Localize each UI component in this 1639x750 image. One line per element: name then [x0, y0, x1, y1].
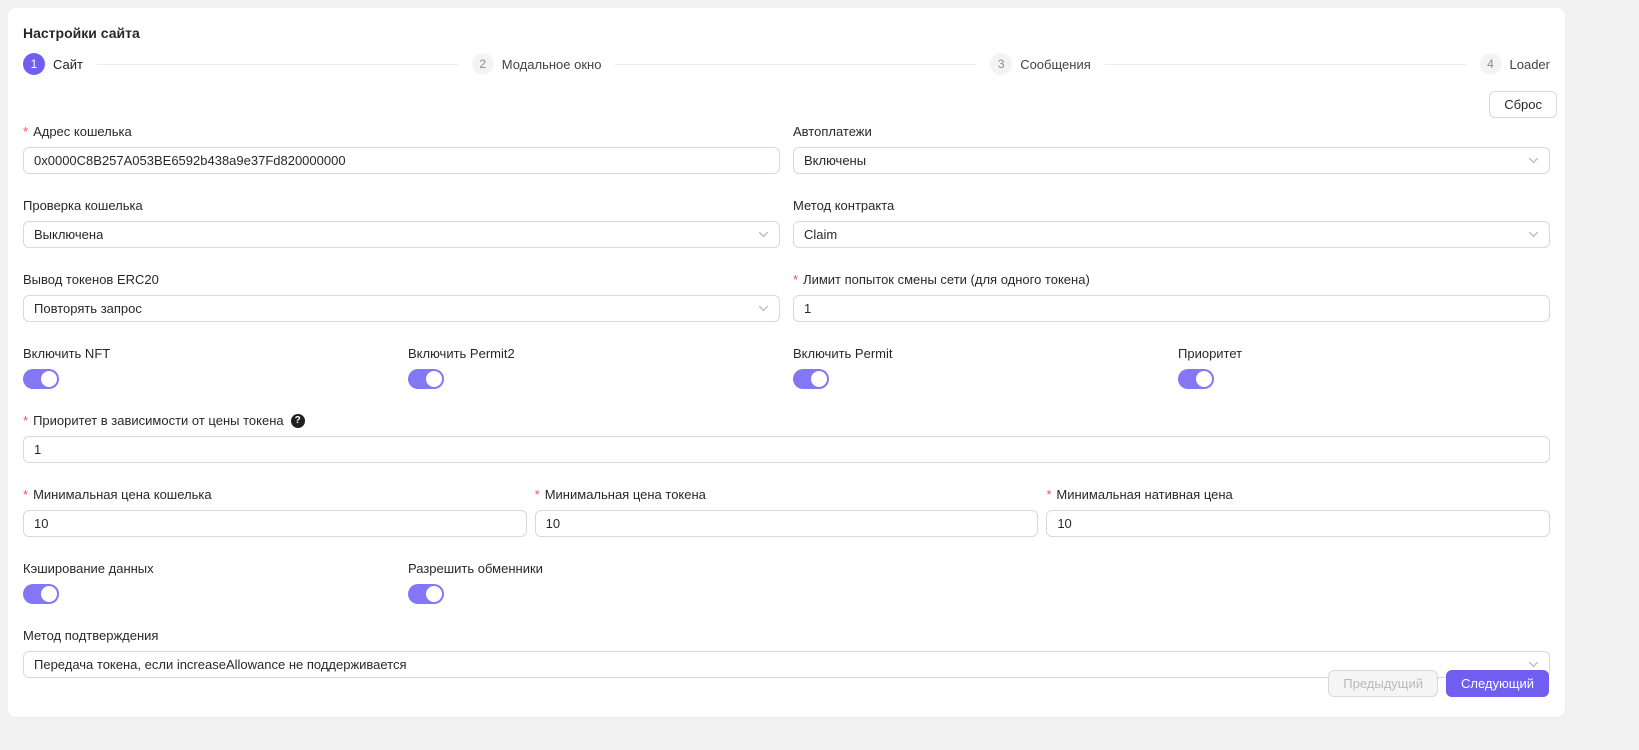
chevron-down-icon	[1528, 229, 1539, 240]
step-number: 2	[472, 53, 494, 75]
step-label: Loader	[1510, 57, 1550, 72]
min-token-price-input[interactable]	[535, 510, 1039, 537]
field-confirmation-method: Метод подтверждения Передача токена, есл…	[23, 628, 1550, 678]
field-enable-permit2: Включить Permit2	[408, 346, 780, 389]
step-number: 4	[1480, 53, 1502, 75]
field-label: Включить NFT	[23, 346, 395, 361]
next-button[interactable]: Следующий	[1446, 670, 1549, 697]
stepper: 1 Сайт 2 Модальное окно 3 Сообщения 4 Lo…	[23, 53, 1550, 75]
enable-nft-toggle[interactable]	[23, 369, 59, 389]
field-label: Автоплатежи	[793, 124, 1550, 139]
min-native-price-input[interactable]	[1046, 510, 1550, 537]
field-wallet-address: *Адрес кошелька	[23, 124, 780, 174]
field-enable-permit: Включить Permit	[793, 346, 1165, 389]
field-contract-method: Метод контракта Claim	[793, 198, 1550, 248]
field-label: Включить Permit	[793, 346, 1165, 361]
step-site[interactable]: 1 Сайт	[23, 53, 83, 75]
erc20-withdraw-select[interactable]: Повторять запрос	[23, 295, 780, 322]
toggle-knob	[41, 586, 57, 602]
field-label: *Адрес кошелька	[23, 124, 780, 139]
field-autopayments: Автоплатежи Включены	[793, 124, 1550, 174]
step-number: 1	[23, 53, 45, 75]
page-title: Настройки сайта	[23, 25, 1557, 41]
autopayments-select[interactable]: Включены	[793, 147, 1550, 174]
step-loader[interactable]: 4 Loader	[1480, 53, 1550, 75]
field-network-switch-limit: *Лимит попыток смены сети (для одного то…	[793, 272, 1550, 322]
toggle-knob	[426, 371, 442, 387]
field-min-native-price: *Минимальная нативная цена	[1046, 487, 1550, 537]
field-label: Разрешить обменники	[408, 561, 780, 576]
field-label: Вывод токенов ERC20	[23, 272, 780, 287]
required-asterisk: *	[535, 487, 540, 502]
field-priority: Приоритет	[1178, 346, 1550, 389]
priority-by-token-price-input[interactable]	[23, 436, 1550, 463]
field-erc20-withdraw: Вывод токенов ERC20 Повторять запрос	[23, 272, 780, 322]
help-icon[interactable]: ?	[291, 414, 305, 428]
field-label: Приоритет	[1178, 346, 1550, 361]
step-number: 3	[990, 53, 1012, 75]
field-allow-exchangers: Разрешить обменники	[408, 561, 780, 604]
required-asterisk: *	[23, 124, 28, 139]
field-label: *Лимит попыток смены сети (для одного то…	[793, 272, 1550, 287]
required-asterisk: *	[23, 413, 28, 428]
reset-button[interactable]: Сброс	[1489, 91, 1557, 118]
stepper-line	[1105, 64, 1466, 65]
enable-permit2-toggle[interactable]	[408, 369, 444, 389]
data-caching-toggle[interactable]	[23, 584, 59, 604]
confirmation-method-select[interactable]: Передача токена, если increaseAllowance …	[23, 651, 1550, 678]
field-wallet-check: Проверка кошелька Выключена	[23, 198, 780, 248]
step-modal[interactable]: 2 Модальное окно	[472, 53, 602, 75]
required-asterisk: *	[23, 487, 28, 502]
field-data-caching: Кэширование данных	[23, 561, 395, 604]
field-label: * Приоритет в зависимости от цены токена…	[23, 413, 1550, 428]
field-label: *Минимальная цена токена	[535, 487, 1039, 502]
field-label: Проверка кошелька	[23, 198, 780, 213]
field-label: Метод контракта	[793, 198, 1550, 213]
stepper-line	[615, 64, 976, 65]
chevron-down-icon	[1528, 659, 1539, 670]
priority-toggle[interactable]	[1178, 369, 1214, 389]
field-label: Метод подтверждения	[23, 628, 1550, 643]
chevron-down-icon	[1528, 155, 1539, 166]
previous-button[interactable]: Предыдущий	[1328, 670, 1438, 697]
wallet-address-input[interactable]	[23, 147, 780, 174]
field-label: *Минимальная нативная цена	[1046, 487, 1550, 502]
step-label: Сообщения	[1020, 57, 1091, 72]
site-settings-card: Настройки сайта 1 Сайт 2 Модальное окно …	[8, 8, 1565, 717]
stepper-line	[97, 64, 458, 65]
toggle-knob	[426, 586, 442, 602]
field-label: *Минимальная цена кошелька	[23, 487, 527, 502]
required-asterisk: *	[793, 272, 798, 287]
field-enable-nft: Включить NFT	[23, 346, 395, 389]
step-label: Сайт	[53, 57, 83, 72]
step-label: Модальное окно	[502, 57, 602, 72]
wizard-footer: Предыдущий Следующий	[1328, 670, 1549, 697]
field-label: Кэширование данных	[23, 561, 395, 576]
network-switch-limit-input[interactable]	[793, 295, 1550, 322]
field-label: Включить Permit2	[408, 346, 780, 361]
enable-permit-toggle[interactable]	[793, 369, 829, 389]
step-messages[interactable]: 3 Сообщения	[990, 53, 1091, 75]
field-min-wallet-price: *Минимальная цена кошелька	[23, 487, 527, 537]
contract-method-select[interactable]: Claim	[793, 221, 1550, 248]
allow-exchangers-toggle[interactable]	[408, 584, 444, 604]
field-min-token-price: *Минимальная цена токена	[535, 487, 1039, 537]
toggle-knob	[811, 371, 827, 387]
chevron-down-icon	[758, 303, 769, 314]
required-asterisk: *	[1046, 487, 1051, 502]
chevron-down-icon	[758, 229, 769, 240]
toggle-knob	[41, 371, 57, 387]
field-priority-by-token-price: * Приоритет в зависимости от цены токена…	[23, 413, 1550, 463]
min-wallet-price-input[interactable]	[23, 510, 527, 537]
wallet-check-select[interactable]: Выключена	[23, 221, 780, 248]
toggle-knob	[1196, 371, 1212, 387]
